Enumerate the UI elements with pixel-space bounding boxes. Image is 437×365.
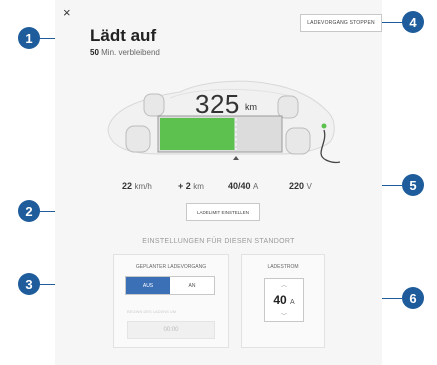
start-time-field[interactable]: 00:00 [127, 321, 215, 339]
charge-current-display: 40 A [265, 293, 303, 307]
callout-badge-3: 3 [18, 273, 40, 295]
charge-current-unit: A [290, 299, 295, 306]
callout-badge-1: 1 [18, 27, 40, 49]
toggle-off-option[interactable]: AUS [126, 277, 170, 294]
current-unit: A [253, 182, 259, 191]
added-value: + 2 [178, 181, 191, 191]
stop-charging-button[interactable]: LADEVORGANG STOPPEN [300, 14, 382, 32]
estimated-range: 325 [195, 89, 240, 119]
callout-badge-5: 5 [402, 174, 424, 196]
minutes-remaining-suffix: Min. verbleibend [101, 48, 160, 57]
scheduled-charging-title: GEPLANTER LADEVORGANG [135, 264, 207, 270]
charge-current-value: 40 [273, 293, 287, 307]
callout-badge-6: 6 [402, 287, 424, 309]
callout-badge-4: 4 [402, 11, 424, 33]
chevron-down-icon[interactable]: ﹀ [265, 311, 303, 320]
set-charge-limit-button[interactable]: LADELIMIT EINSTELLEN [186, 203, 260, 221]
close-icon[interactable]: × [63, 5, 71, 20]
chevron-up-icon[interactable]: ︿ [265, 280, 303, 289]
callout-badge-2: 2 [18, 200, 40, 222]
added-unit: km [193, 182, 204, 191]
start-time-label: BEGINN DES LADENS UM [127, 309, 177, 314]
charge-limit-marker [233, 156, 239, 160]
stat-voltage: 220 V [289, 181, 312, 191]
stat-speed: 22 km/h [122, 181, 152, 191]
car-battery-illustration [107, 80, 340, 164]
charge-current-title: LADESTROM [267, 264, 299, 270]
stat-current: 40/40 A [228, 181, 258, 191]
location-settings-heading: EINSTELLUNGEN FÜR DIESEN STANDORT [142, 238, 295, 245]
scheduled-charging-toggle[interactable]: AUS AN [125, 276, 215, 295]
stat-added: + 2 km [178, 181, 204, 191]
callout-line-4 [380, 22, 404, 23]
toggle-on-option[interactable]: AN [170, 277, 214, 294]
charging-status-title: Lädt auf [90, 26, 157, 45]
current-value: 40/40 [228, 181, 251, 191]
time-remaining: 50 Min. verbleibend [90, 48, 160, 57]
voltage-value: 220 [289, 181, 305, 191]
battery-charge-fill [160, 118, 235, 150]
charge-current-stepper[interactable]: ︿ 40 A ﹀ [264, 278, 304, 322]
speed-unit: km/h [134, 182, 152, 191]
voltage-unit: V [306, 182, 312, 191]
range-unit: km [245, 102, 257, 112]
speed-value: 22 [122, 181, 133, 191]
minutes-remaining: 50 [90, 48, 99, 57]
charge-port-icon [321, 123, 327, 129]
